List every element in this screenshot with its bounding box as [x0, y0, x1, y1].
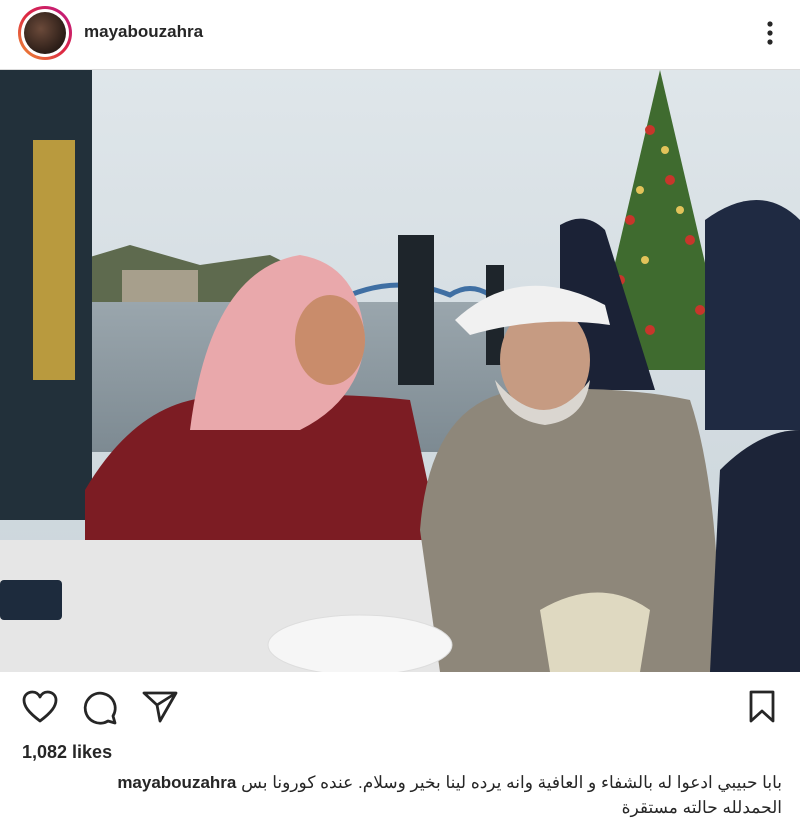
- caption-text-line2: الحمدلله حالته مستقرة: [621, 798, 782, 817]
- avatar[interactable]: [18, 6, 72, 60]
- heart-icon[interactable]: [22, 690, 58, 729]
- more-options-icon[interactable]: [760, 18, 780, 48]
- avatar-photo: [24, 12, 66, 54]
- comment-icon[interactable]: [82, 690, 118, 731]
- username-link[interactable]: mayabouzahra: [84, 22, 203, 42]
- caption-text: بابا حبيبي ادعوا له بالشفاء و العافية وا…: [241, 773, 782, 792]
- share-icon[interactable]: [142, 690, 178, 729]
- likes-count[interactable]: 1,082 likes: [22, 742, 112, 763]
- post-header: mayabouzahra: [0, 0, 800, 70]
- bookmark-icon[interactable]: [748, 690, 776, 729]
- caption: بابا حبيبي ادعوا له بالشفاء و العافية وا…: [22, 770, 782, 820]
- caption-username[interactable]: mayabouzahra: [117, 773, 236, 792]
- post-image[interactable]: [0, 70, 800, 672]
- post-actions: [0, 672, 800, 742]
